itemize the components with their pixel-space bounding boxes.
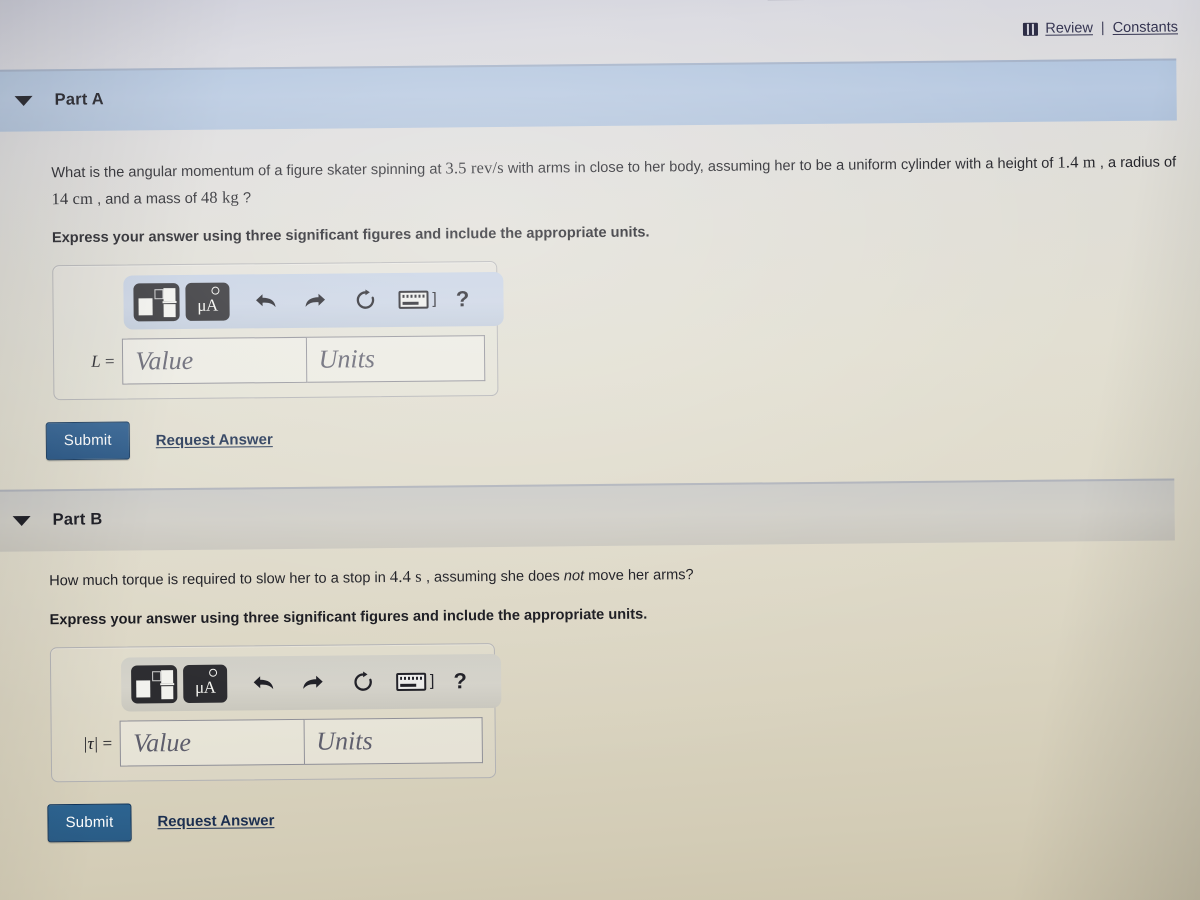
part-b-submit-row: Submit Request Answer (47, 793, 1195, 842)
part-a-title: Part A (54, 90, 104, 109)
part-b-answer-label: |τ| = (64, 733, 121, 754)
part-a-math-toolbar: μA ] ? (123, 272, 504, 330)
q-seg: , and a mass of (92, 190, 202, 208)
q-val-rev-per-s: 3.5 rev/s (445, 157, 504, 178)
help-question-icon[interactable]: ? (443, 286, 481, 312)
units-icon-label: μA (197, 295, 218, 316)
part-a-answer-label: L = (66, 352, 123, 373)
answer-variable: L (91, 352, 101, 372)
reset-circular-arrow-icon[interactable] (337, 670, 389, 694)
q-val-radius: 14 cm (51, 188, 94, 208)
caret-down-icon[interactable] (12, 515, 31, 526)
redo-arrow-icon[interactable] (287, 672, 337, 692)
part-a-body: What is the angular momentum of a figure… (0, 148, 1192, 461)
keyboard-icon[interactable]: ] (391, 290, 443, 310)
math-template-icon[interactable] (133, 283, 180, 322)
part-b-body: How much torque is required to slow her … (0, 556, 1196, 842)
bracket-label: ] (429, 672, 435, 690)
part-a-answer-box: μA ] ? L = Value Units (52, 261, 504, 401)
bracket-label: ] (432, 290, 437, 308)
q-seg: , a radius of (1095, 154, 1177, 172)
q-emph-not: not (563, 568, 585, 585)
part-b-field-row: |τ| = Value Units (64, 716, 483, 767)
part-a-header[interactable]: Part A (14, 90, 104, 110)
constants-link[interactable]: Constants (1113, 19, 1178, 36)
q-val-mass: 48 kg (200, 187, 239, 207)
micro-angstrom-units-icon[interactable]: μA (185, 282, 230, 322)
units-icon-label: μA (194, 677, 216, 697)
part-b-units-input[interactable]: Units (304, 716, 483, 765)
q-seg: ? (238, 189, 252, 207)
part-a-header-band[interactable]: Part A (0, 58, 1177, 132)
part-b-submit-button[interactable]: Submit (47, 803, 132, 842)
undo-arrow-icon[interactable] (241, 673, 287, 693)
reset-circular-arrow-icon[interactable] (339, 288, 391, 312)
document-surface: Review | Constants Part A What is the an… (0, 0, 1200, 900)
q-seg: What is the angular momentum of a figure… (51, 161, 446, 182)
review-link[interactable]: Review (1045, 20, 1093, 36)
micro-angstrom-units-icon[interactable]: μA (183, 664, 228, 703)
keyboard-icon[interactable]: ] (389, 672, 441, 691)
part-a-field-row: L = Value Units (66, 335, 486, 385)
part-a-question: What is the angular momentum of a figure… (51, 148, 1191, 212)
part-b-request-answer-link[interactable]: Request Answer (157, 812, 274, 830)
link-separator: | (1100, 20, 1105, 37)
part-b-answer-box: μA ] ? |τ| = Value Units (49, 642, 502, 782)
answer-equals: = (102, 733, 113, 753)
answer-equals: = (104, 351, 115, 372)
part-b-value-input[interactable]: Value (119, 718, 305, 767)
part-b-header[interactable]: Part B (12, 510, 103, 530)
band-background (0, 478, 1175, 552)
q-seg: move her arms? (584, 567, 694, 585)
part-a-instruction: Express your answer using three signific… (51, 224, 650, 247)
q-seg: How much torque is required to slow her … (49, 570, 390, 590)
caret-down-icon[interactable] (14, 95, 33, 106)
part-b-header-band[interactable]: Part B (0, 478, 1175, 552)
undo-arrow-icon[interactable] (243, 291, 289, 311)
part-b-title: Part B (52, 510, 103, 529)
answer-variable: |τ| (82, 733, 99, 753)
q-val-height: 1.4 m (1057, 152, 1096, 172)
band-background (0, 58, 1177, 132)
angstrom-ring (211, 286, 220, 296)
q-val-time: 4.4 s (389, 566, 422, 587)
q-seg: , assuming she does (421, 568, 564, 586)
header-links: Review | Constants (1023, 19, 1178, 37)
book-icon (1023, 22, 1039, 36)
part-a-value-input[interactable]: Value (122, 337, 307, 385)
help-question-icon[interactable]: ? (441, 668, 479, 694)
part-b-question: How much torque is required to slow her … (49, 556, 1189, 594)
redo-arrow-icon[interactable] (289, 291, 339, 311)
part-a-submit-row: Submit Request Answer (45, 412, 1192, 461)
part-a-submit-button[interactable]: Submit (45, 421, 130, 461)
part-b-math-toolbar: μA ] ? (120, 653, 502, 712)
part-a-units-input[interactable]: Units (306, 335, 486, 384)
part-b-instruction: Express your answer using three signific… (49, 606, 648, 628)
q-seg: with arms in close to her body, assuming… (503, 155, 1058, 177)
math-template-icon[interactable] (131, 664, 178, 704)
part-a-request-answer-link[interactable]: Request Answer (156, 431, 273, 449)
screenshot-page: Review | Constants Part A What is the an… (0, 0, 1200, 900)
angstrom-ring (209, 668, 218, 677)
